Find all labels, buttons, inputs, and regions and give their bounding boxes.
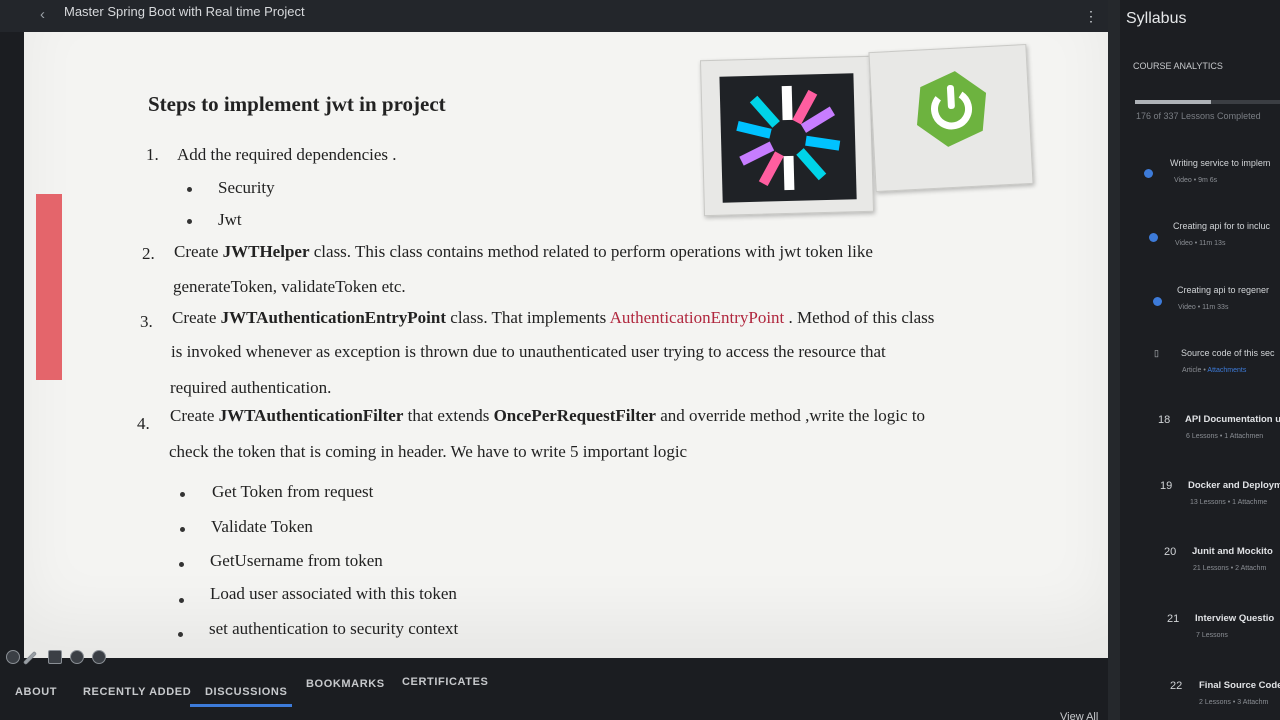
section-item[interactable]: 18 API Documentation u 6 Lessons • 1 Att… (1120, 414, 1280, 454)
check-circle-icon (1149, 233, 1158, 242)
slide-tools (4, 650, 114, 670)
lesson-title: Writing service to implem (1170, 158, 1271, 168)
lesson-title: Creating api to regener (1177, 285, 1270, 295)
step-text-line: check the token that is coming in header… (169, 442, 688, 461)
lesson-item[interactable]: Writing service to implem Video • 9m 6s (1120, 158, 1280, 198)
tab-bookmarks[interactable]: BOOKMARKS (306, 678, 385, 690)
slide-title: Steps to implement jwt in project (148, 92, 446, 116)
lesson-meta: Article • Attachments (1182, 367, 1247, 374)
section-meta: 2 Lessons • 3 Attachm (1199, 699, 1269, 706)
section-meta: 6 Lessons • 1 Attachmen (1186, 433, 1264, 440)
step-text-line: required authentication. (170, 378, 332, 397)
course-progress-bar (1135, 100, 1280, 104)
forward-circle-icon[interactable] (92, 650, 106, 664)
jwt-logo-card (699, 55, 875, 217)
section-number: 19 (1160, 480, 1173, 492)
section-title: Junit and Mockito (1192, 546, 1273, 557)
bullet (187, 187, 192, 192)
step-text-line: generateToken, validateToken etc. (173, 277, 406, 296)
step-number: 4. (137, 414, 150, 433)
step-text: Create JWTHelper class. This class conta… (174, 242, 873, 261)
pen-icon[interactable] (22, 650, 38, 666)
course-title: Master Spring Boot with Real time Projec… (64, 4, 305, 19)
view-all-link[interactable]: View All (1060, 711, 1098, 720)
bullet-text: Validate Token (211, 517, 313, 536)
active-tab-indicator (190, 704, 292, 707)
bullet-text: GetUsername from token (210, 551, 383, 570)
bullet (178, 632, 183, 637)
section-number: 22 (1170, 680, 1183, 692)
check-circle-icon (1153, 297, 1162, 306)
bullet-text: Jwt (218, 210, 242, 229)
bullet (180, 492, 185, 497)
section-item[interactable]: 21 Interview Questio 7 Lessons (1120, 613, 1280, 653)
top-bar: ‹ Master Spring Boot with Real time Proj… (0, 0, 1108, 32)
lesson-meta: Video • 9m 6s (1174, 177, 1218, 184)
bullet (179, 598, 184, 603)
bottom-tabs: ABOUT RECENTLY ADDED DISCUSSIONS BOOKMAR… (0, 668, 1140, 720)
lesson-meta: Video • 11m 13s (1175, 240, 1226, 247)
tab-recently-added[interactable]: RECENTLY ADDED (83, 686, 191, 698)
check-circle-icon (1144, 169, 1153, 178)
course-progress-text: 176 of 337 Lessons Completed (1136, 111, 1261, 121)
section-title: API Documentation u (1185, 414, 1280, 425)
document-icon: ▯ (1154, 348, 1159, 358)
section-meta: 13 Lessons • 1 Attachme (1190, 499, 1268, 506)
bullet-text: Security (218, 178, 275, 197)
section-number: 18 (1158, 414, 1171, 426)
section-title: Docker and Deploym (1188, 480, 1280, 491)
spring-logo-icon (916, 71, 987, 147)
bullet-text: set authentication to security context (209, 619, 459, 638)
step-number: 1. (146, 145, 159, 164)
lesson-item[interactable]: Creating api for to incluc Video • 11m 1… (1120, 221, 1280, 261)
section-meta: 21 Lessons • 2 Attachm (1193, 565, 1267, 572)
back-circle-icon[interactable] (6, 650, 20, 664)
section-number: 21 (1167, 613, 1180, 625)
step-text: Add the required dependencies . (177, 145, 397, 164)
chevron-left-icon[interactable]: ‹ (40, 6, 45, 23)
section-item[interactable]: 19 Docker and Deploym 13 Lessons • 1 Att… (1120, 480, 1280, 520)
lesson-item[interactable]: Creating api to regener Video • 11m 33s (1120, 285, 1280, 325)
tab-discussions[interactable]: DISCUSSIONS (205, 686, 287, 698)
section-meta: 7 Lessons (1196, 632, 1228, 639)
section-title: Interview Questio (1195, 613, 1275, 624)
tab-about[interactable]: ABOUT (15, 686, 57, 698)
course-progress-fill (1135, 100, 1211, 104)
section-item[interactable]: 20 Junit and Mockito 21 Lessons • 2 Atta… (1120, 546, 1280, 586)
bullet-text: Get Token from request (212, 482, 374, 501)
step-text: Create JWTAuthenticationEntryPoint class… (172, 308, 935, 327)
syllabus-panel: Syllabus COURSE ANALYTICS 176 of 337 Les… (1120, 0, 1280, 720)
spring-logo-card (868, 43, 1034, 193)
syllabus-title: Syllabus (1126, 10, 1187, 27)
step-number: 2. (142, 244, 155, 263)
course-analytics-label: COURSE ANALYTICS (1133, 61, 1223, 71)
lesson-meta: Video • 11m 33s (1178, 304, 1229, 311)
jwt-logo-icon (719, 73, 857, 203)
chat-icon[interactable] (70, 650, 84, 664)
step-number: 3. (140, 312, 153, 331)
lesson-item[interactable]: ▯ Source code of this sec Article • Atta… (1120, 348, 1280, 388)
lecture-slide: Steps to implement jwt in project 1. Add… (24, 32, 1108, 658)
captions-icon[interactable] (48, 650, 62, 664)
step-text: Create JWTAuthenticationFilter that exte… (170, 406, 926, 425)
bullet (179, 562, 184, 567)
section-title: Final Source Code (1199, 680, 1280, 691)
bullet-text: Load user associated with this token (210, 584, 457, 603)
highlight-mark (36, 194, 62, 380)
kebab-menu-icon[interactable]: ⋮ (1084, 8, 1098, 25)
lesson-title: Source code of this sec (1181, 348, 1275, 358)
bullet (187, 219, 192, 224)
bullet (180, 527, 185, 532)
scrollbar-track[interactable] (1108, 0, 1120, 720)
section-item[interactable]: 22 Final Source Code 2 Lessons • 3 Attac… (1120, 680, 1280, 720)
tab-certificates[interactable]: CERTIFICATES (402, 676, 488, 688)
lesson-title: Creating api for to incluc (1173, 221, 1271, 231)
section-number: 20 (1164, 546, 1177, 558)
step-text-line: is invoked whenever as exception is thro… (171, 342, 886, 361)
